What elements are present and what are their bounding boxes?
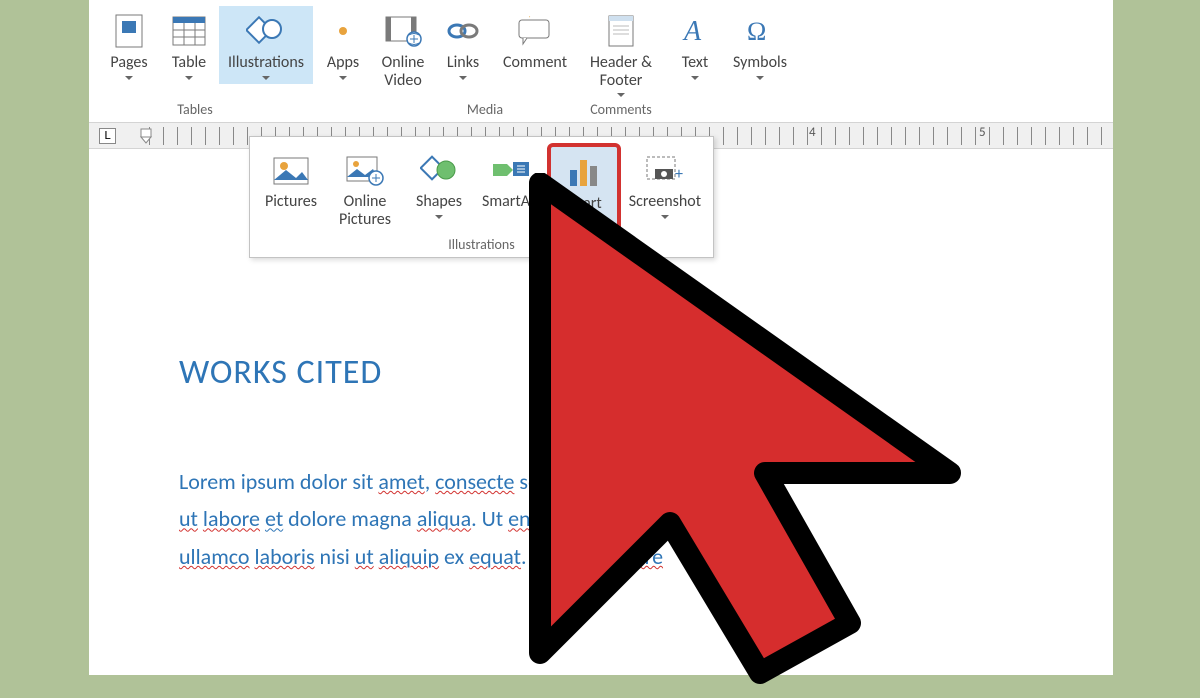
pages-icon bbox=[108, 10, 150, 52]
illustrations-group-label: Illustrations bbox=[254, 232, 709, 255]
chevron-down-icon bbox=[459, 76, 467, 80]
ruler-number: 5 bbox=[979, 125, 986, 140]
ribbon: Pages Table Illustrations bbox=[89, 0, 1113, 123]
svg-text:Ω: Ω bbox=[747, 17, 766, 46]
chevron-down-icon bbox=[339, 76, 347, 80]
table-button[interactable]: Table bbox=[159, 6, 219, 84]
svg-text:+: + bbox=[675, 165, 683, 184]
apps-button[interactable]: Apps bbox=[313, 6, 373, 84]
body-paragraph: Lorem ipsum dolor sit amet, consecte sed… bbox=[179, 463, 1058, 575]
online-video-icon bbox=[382, 10, 424, 52]
table-icon bbox=[168, 10, 210, 52]
screenshot-icon: + bbox=[644, 149, 686, 191]
svg-text:✦: ✦ bbox=[523, 16, 536, 23]
illustrations-dropdown: Pictures Online Pictures Shapes SmartA bbox=[249, 136, 714, 258]
text-label: Text bbox=[682, 54, 708, 72]
online-pictures-label: Online Pictures bbox=[339, 193, 391, 228]
ribbon-group-labels: Tables Media Comments bbox=[89, 101, 1113, 122]
shapes-icon bbox=[418, 149, 460, 191]
svg-text:A: A bbox=[682, 16, 702, 46]
smartart-label: SmartArt bbox=[482, 193, 541, 211]
symbols-icon: Ω bbox=[739, 10, 781, 52]
symbols-label: Symbols bbox=[733, 54, 787, 72]
chevron-down-icon bbox=[125, 76, 133, 80]
text-icon: A bbox=[674, 10, 716, 52]
header-footer-label: Header & Footer bbox=[590, 54, 652, 89]
chevron-down-icon bbox=[756, 76, 764, 80]
illustrations-button[interactable]: Illustrations bbox=[219, 6, 313, 84]
pages-label: Pages bbox=[110, 54, 147, 72]
online-video-button[interactable]: Online Video bbox=[373, 6, 433, 93]
comments-group-label: Comments bbox=[576, 101, 666, 118]
chevron-down-icon bbox=[185, 76, 193, 80]
links-icon bbox=[442, 10, 484, 52]
screenshot-button[interactable]: + Screenshot bbox=[621, 145, 709, 232]
app-window: Pages Table Illustrations bbox=[89, 0, 1113, 675]
header-footer-icon bbox=[600, 10, 642, 52]
online-video-label: Online Video bbox=[382, 54, 425, 89]
smartart-icon bbox=[490, 149, 532, 191]
screenshot-label: Screenshot bbox=[629, 193, 701, 211]
comment-icon: ✦ bbox=[514, 10, 556, 52]
smartart-button[interactable]: SmartArt bbox=[476, 145, 547, 232]
apps-icon bbox=[322, 10, 364, 52]
tables-group-label: Tables bbox=[164, 101, 226, 118]
illustrations-icon bbox=[245, 10, 287, 52]
chart-button[interactable]: Chart bbox=[547, 143, 621, 234]
text-button[interactable]: A Text bbox=[665, 6, 725, 84]
table-label: Table bbox=[172, 54, 206, 72]
media-group-label: Media bbox=[454, 101, 516, 118]
comment-label: Comment bbox=[503, 54, 567, 72]
pages-button[interactable]: Pages bbox=[99, 6, 159, 84]
heading-works-cited: WORKS CITED bbox=[179, 352, 1058, 393]
chevron-down-icon bbox=[691, 76, 699, 80]
shapes-button[interactable]: Shapes bbox=[402, 145, 476, 232]
chevron-down-icon bbox=[661, 215, 669, 219]
shapes-label: Shapes bbox=[416, 193, 462, 211]
comment-button[interactable]: ✦ Comment bbox=[493, 6, 577, 76]
header-footer-button[interactable]: Header & Footer bbox=[577, 6, 665, 101]
chevron-down-icon bbox=[435, 215, 443, 219]
links-label: Links bbox=[447, 54, 479, 72]
links-button[interactable]: Links bbox=[433, 6, 493, 84]
online-pictures-icon bbox=[344, 149, 386, 191]
online-pictures-button[interactable]: Online Pictures bbox=[328, 145, 402, 232]
pictures-button[interactable]: Pictures bbox=[254, 145, 328, 232]
symbols-button[interactable]: Ω Symbols bbox=[725, 6, 795, 84]
pictures-icon bbox=[270, 149, 312, 191]
pictures-label: Pictures bbox=[265, 193, 317, 211]
chevron-down-icon bbox=[617, 93, 625, 97]
indent-marker-icon[interactable] bbox=[137, 127, 155, 145]
ribbon-row: Pages Table Illustrations bbox=[89, 0, 1113, 101]
ruler-number: 4 bbox=[809, 125, 816, 140]
chart-icon bbox=[563, 151, 605, 193]
tab-stop-indicator[interactable]: L bbox=[99, 128, 116, 144]
apps-label: Apps bbox=[327, 54, 359, 72]
chevron-down-icon bbox=[262, 76, 270, 80]
chart-label: Chart bbox=[566, 195, 602, 213]
illustrations-label: Illustrations bbox=[228, 54, 304, 72]
